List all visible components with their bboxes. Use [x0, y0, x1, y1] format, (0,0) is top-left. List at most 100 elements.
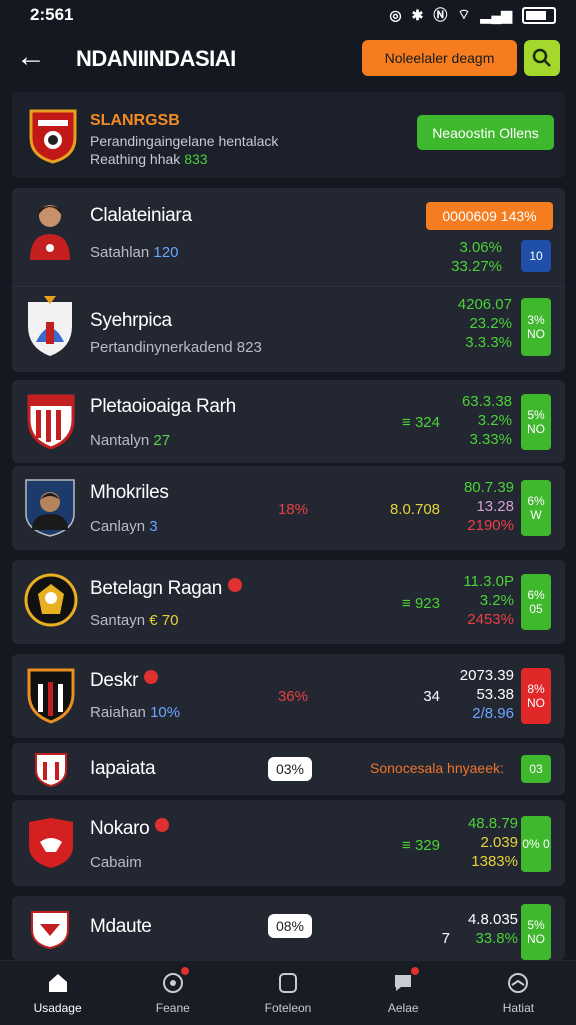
side-badge[interactable]: 03: [521, 755, 551, 783]
table-row[interactable]: Iapaiata 03% Sonocesala hnyaeek: 03: [12, 743, 565, 795]
stat-value: 13.28: [476, 498, 514, 515]
stat-value: 33.8%: [475, 930, 518, 947]
page-title: NDANIINDASIAI: [76, 46, 236, 71]
wifi-icon: ⌔: [457, 6, 471, 22]
team-meta: Nantalyn 27: [90, 432, 170, 449]
status-text: Sonocesala hnyaeek:: [370, 760, 504, 776]
nav-item-aelae[interactable]: Aelae: [346, 961, 461, 1025]
side-badge[interactable]: 6% W: [521, 480, 551, 536]
odds-badge[interactable]: 0000609 143%: [426, 202, 553, 230]
home-icon: [48, 974, 67, 992]
ball-icon: [161, 967, 189, 995]
nav-item-hatiat[interactable]: Hatiat: [461, 961, 576, 1025]
signal-icon: ▂▄▆: [480, 6, 512, 23]
team-name-text: Nokaro: [90, 818, 150, 839]
league-crest-icon: [29, 109, 77, 164]
status-icons: ◎ ✱ Ⓝ ⌔ ▂▄▆: [389, 5, 556, 25]
nfc-icon: Ⓝ: [433, 7, 448, 23]
percentage-pill[interactable]: 03%: [268, 757, 312, 781]
player-avatar-icon: [25, 479, 75, 537]
status-bar: 2:561 ◎ ✱ Ⓝ ⌔ ▂▄▆: [0, 0, 576, 30]
search-button[interactable]: [524, 40, 560, 76]
team-name: Iapaiata: [90, 758, 156, 779]
team-stats: 2073.39 53.38 2/8.96: [432, 666, 514, 723]
stat-value: 11.3.0P: [463, 573, 514, 590]
battery-icon: [522, 6, 556, 24]
league-title: SLANRGSB: [90, 112, 180, 129]
stat-value: 4.8.035: [467, 911, 518, 928]
nav-item-home[interactable]: Usadage: [0, 961, 115, 1025]
live-dot-icon: [144, 670, 159, 684]
alarm-icon: ◎: [389, 6, 402, 23]
field-icon: [508, 973, 529, 993]
table-row[interactable]: Betelagn Ragan Santayn € 70 ≡ 923 11.3.0…: [12, 560, 565, 644]
stat-value: 2.039: [480, 834, 518, 851]
side-badge[interactable]: 0% 0: [521, 816, 551, 872]
percentage-value: 36%: [277, 688, 308, 705]
stat-value: 3.2%: [477, 412, 512, 429]
team-meta-value: 120: [153, 244, 179, 261]
team-crest-icon: [24, 573, 78, 627]
league-reach-label: Reathing hhak: [90, 151, 181, 167]
team-meta-label: Pertandinynerkadend: [90, 339, 233, 356]
stat-value: 48.8.79: [467, 815, 518, 832]
table-row[interactable]: Deskr Raiahan 10% 36% 34 2073.39 53.38 2…: [12, 654, 565, 738]
bottom-nav: Usadage Feane Foteleon Aelae Hatiat: [0, 960, 576, 1025]
side-badge[interactable]: 3% NO: [521, 298, 551, 356]
table-row[interactable]: Mhokriles Canlayn 3 18% 8.0.708 80.7.39 …: [12, 466, 565, 550]
table-row[interactable]: Pletaoioaiga Rarh Nantalyn 27 ≡ 324 63.3…: [12, 380, 565, 463]
top-bar: ← NDANIINDASIAI Noleelaler deagm: [0, 34, 576, 84]
notification-dot-icon: [411, 967, 420, 975]
team-crest-icon: [27, 668, 75, 724]
team-meta-label: Nantalyn: [90, 432, 150, 449]
team-meta-value: 10%: [150, 704, 181, 721]
nav-item-foteleon[interactable]: Foteleon: [230, 961, 345, 1025]
team-meta: Pertandinynerkadend 823: [90, 339, 262, 356]
nav-item-feane[interactable]: Feane: [115, 961, 230, 1025]
nav-label: Hatiat: [502, 1001, 535, 1015]
side-badge[interactable]: 6% 05: [521, 574, 551, 630]
stat-value: 23.2%: [469, 315, 512, 332]
side-badge[interactable]: 5% NO: [521, 904, 551, 960]
team-name: Deskr: [90, 670, 159, 692]
team-meta: Satahlan 120: [90, 244, 178, 261]
team-stats: 11.3.0P 3.2% 2453%: [432, 572, 514, 629]
table-row[interactable]: Nokaro Cabaim ≡ 329 48.8.79 2.039 1383% …: [12, 800, 565, 886]
side-badge[interactable]: 5% NO: [521, 394, 551, 450]
side-badge[interactable]: 10: [521, 240, 551, 272]
team-name: Clalateiniara: [90, 205, 192, 226]
stat-value: 3.3.3%: [465, 334, 512, 351]
team-name: Betelagn Ragan: [90, 578, 243, 600]
stat-value: 63.3.38: [461, 393, 512, 410]
stat-value: 2073.39: [459, 667, 514, 684]
header-action-button[interactable]: Noleelaler deagm: [362, 40, 517, 76]
team-stats: 48.8.79 2.039 1383%: [432, 814, 518, 871]
percentage-pill[interactable]: 08%: [268, 914, 312, 938]
player-avatar-icon: [30, 205, 70, 260]
side-badge[interactable]: 8% NO: [521, 668, 551, 724]
notification-dot-icon: [180, 967, 189, 975]
row-divider: [12, 286, 565, 287]
nav-label: Feane: [155, 1001, 190, 1015]
chat-icon: [391, 967, 420, 995]
team-name-text: Betelagn Ragan: [90, 578, 223, 599]
back-arrow-icon[interactable]: ←: [16, 42, 46, 72]
team-meta-value: 3: [149, 518, 158, 535]
team-meta: Santayn € 70: [90, 612, 178, 629]
team-meta-value: 27: [153, 432, 171, 449]
mid-value: 8.0.708: [389, 501, 440, 518]
table-row[interactable]: Mdaute 08% 7 4.8.035 33.8% 5% NO: [12, 896, 565, 960]
team-stats: 80.7.39 13.28 2190%: [432, 478, 514, 535]
stat-value: 3.33%: [469, 431, 512, 448]
team-name: Pletaoioaiga Rarh: [90, 396, 236, 417]
league-action-button[interactable]: Neaoostin Ollens: [417, 115, 554, 150]
team-meta: Cabaim: [90, 854, 142, 871]
league-reach: Reathing hhak 833: [90, 151, 208, 167]
team-meta-label: Satahlan: [90, 244, 150, 261]
team-meta-label: Santayn: [90, 612, 146, 629]
team-stats: 4206.07 23.2% 3.3.3%: [400, 295, 512, 352]
live-dot-icon: [228, 578, 243, 592]
team-name: Nokaro: [90, 818, 170, 840]
league-subtitle: Perandingaingelane hentalack: [90, 133, 279, 149]
stat-value: 2190%: [467, 517, 514, 534]
